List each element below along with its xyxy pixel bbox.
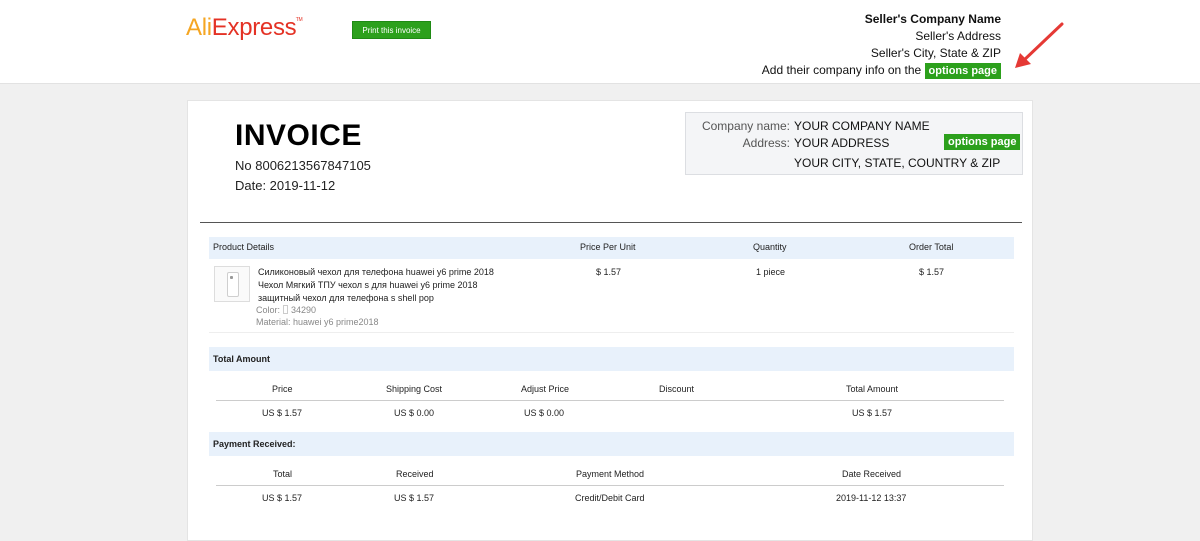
payment-method-value: Credit/Debit Card: [575, 493, 645, 503]
city-value: YOUR CITY, STATE, COUNTRY & ZIP: [794, 156, 1001, 170]
color-swatch-icon: [283, 305, 289, 314]
col-price: Price: [272, 384, 293, 394]
payment-received-header: Payment Received:: [209, 432, 1014, 456]
col-price-per-unit: Price Per Unit: [580, 242, 636, 252]
options-page-link[interactable]: options page: [924, 63, 1001, 79]
product-name[interactable]: Силиконовый чехол для телефона huawei y6…: [258, 266, 518, 305]
col-total-amount: Total Amount: [846, 384, 899, 394]
col-product-details: Product Details: [213, 242, 275, 252]
total-amount-value: US $ 1.57: [852, 408, 893, 418]
company-name-label: Company name:: [701, 119, 790, 133]
table-row: Силиконовый чехол для телефона huawei y6…: [209, 259, 1014, 333]
product-color: Color: 34290: [256, 305, 316, 315]
table-divider: [216, 400, 1004, 401]
total-amount-title: Total Amount: [213, 354, 270, 364]
logo-trademark: TM: [295, 17, 303, 23]
product-name-line: защитный чехол для телефона s shell pop: [258, 293, 434, 303]
date-received-value: 2019-11-12 13:37: [836, 493, 907, 503]
invoice-date: Date: 2019-11-12: [235, 178, 336, 193]
product-table-header: Product Details Price Per Unit Quantity …: [209, 237, 1014, 259]
color-value: 34290: [291, 305, 317, 315]
price-per-unit-value: $ 1.57: [596, 267, 622, 277]
adjust-price-value: US $ 0.00: [524, 408, 565, 418]
invoice-number: No 8006213567847105: [235, 158, 371, 173]
col-total: Total: [273, 469, 293, 479]
product-name-line: Силиконовый чехол для телефона huawei y6…: [258, 267, 494, 277]
payment-table: Total Received Payment Method Date Recei…: [216, 469, 1004, 509]
aliexpress-logo[interactable]: AliExpress TM: [186, 14, 303, 42]
invoice-paper: INVOICE No 8006213567847105 Date: 2019-1…: [187, 100, 1033, 541]
total-paid-value: US $ 1.57: [262, 493, 303, 503]
table-divider: [216, 485, 1004, 486]
address-label: Address:: [742, 136, 790, 150]
company-name-value: YOUR COMPANY NAME: [794, 119, 930, 133]
col-quantity: Quantity: [753, 242, 787, 252]
col-payment-method: Payment Method: [576, 469, 645, 479]
col-shipping-cost: Shipping Cost: [386, 384, 443, 394]
payment-received-title: Payment Received:: [213, 439, 296, 449]
logo-ali-text: Ali: [186, 14, 212, 41]
seller-info: Seller's Company Name Seller's Address S…: [762, 11, 1001, 79]
print-invoice-button[interactable]: Print this invoice: [352, 21, 431, 39]
header-divider: [200, 222, 1022, 223]
address-value: YOUR ADDRESS: [794, 136, 890, 150]
price-value: US $ 1.57: [262, 408, 303, 418]
buyer-company-box: Company name: YOUR COMPANY NAME Address:…: [685, 112, 1023, 175]
product-material: Material: huawei y6 prime2018: [256, 317, 379, 327]
quantity-value: 1 piece: [756, 267, 786, 277]
shipping-cost-value: US $ 0.00: [394, 408, 435, 418]
col-date-received: Date Received: [842, 469, 902, 479]
product-thumbnail[interactable]: [214, 266, 250, 302]
seller-address: Seller's Address: [915, 29, 1001, 43]
seller-city: Seller's City, State & ZIP: [870, 46, 1001, 60]
options-page-button[interactable]: options page: [944, 134, 1021, 150]
top-header: AliExpress TM Print this invoice Seller's…: [0, 0, 1200, 84]
red-arrow-icon: [1015, 22, 1064, 68]
order-total-value: $ 1.57: [919, 267, 945, 277]
logo-express-text: Express: [211, 14, 297, 41]
col-adjust-price: Adjust Price: [521, 384, 570, 394]
received-value: US $ 1.57: [394, 493, 435, 503]
invoice-title: INVOICE: [235, 119, 362, 152]
seller-options-note: Add their company info on the: [761, 63, 922, 77]
col-discount: Discount: [659, 384, 695, 394]
total-amount-header: Total Amount: [209, 347, 1014, 371]
product-name-line: Чехол Мягкий ТПУ чехол s для huawei y6 p…: [258, 280, 478, 290]
col-order-total: Order Total: [909, 242, 954, 252]
phone-case-icon: [227, 272, 239, 297]
col-received: Received: [396, 469, 434, 479]
seller-company-name: Seller's Company Name: [864, 12, 1001, 26]
total-amount-table: Price Shipping Cost Adjust Price Discoun…: [216, 384, 1004, 424]
color-label: Color:: [256, 305, 281, 315]
